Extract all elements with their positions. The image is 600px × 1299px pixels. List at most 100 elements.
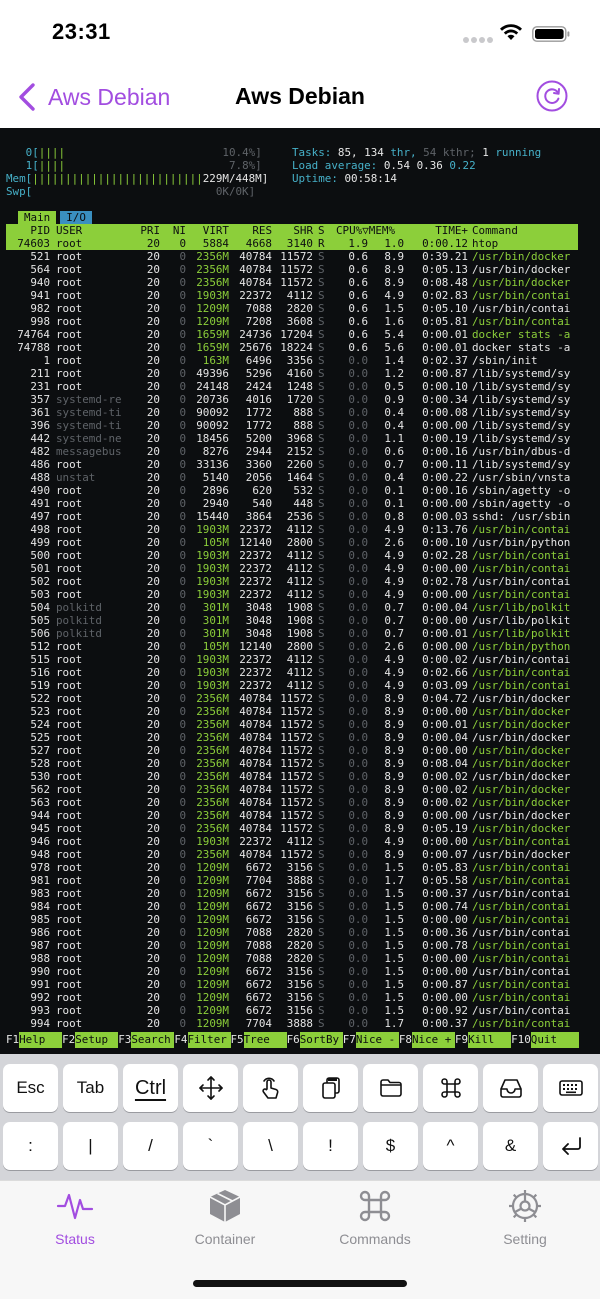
process-row[interactable]: 983 root 20 0 1209M 6672 3156 S 0.0 1.5 0:00.37/us…	[6, 887, 578, 900]
terminal-view[interactable]: 0[|||| 10.4%] 1[|||| 7.8%] Mem[|||||||||…	[0, 128, 600, 1054]
refresh-icon[interactable]	[536, 80, 568, 112]
ampersand-key[interactable]: &	[483, 1122, 538, 1170]
function-key-f10[interactable]: F10	[511, 1032, 531, 1048]
process-row[interactable]: 501 root 20 0 1903M 22372 4112 S 0.0 4.9 0:00.00/u…	[6, 562, 578, 575]
process-row[interactable]: 231 root 20 0 24148 2424 1248 S 0.0 0.5 0:00.10/li…	[6, 380, 578, 393]
function-key-label[interactable]: SortBy	[299, 1032, 343, 1048]
process-row[interactable]: 563 root 20 0 2356M 40784 11572 S 0.0 8.9 0:00.02 /…	[6, 796, 578, 809]
function-key-label[interactable]: Tree	[243, 1032, 287, 1048]
colon-key[interactable]: :	[3, 1122, 58, 1170]
process-row[interactable]: 527 root 20 0 2356M 40784 11572 S 0.0 8.9 0:00.00 /…	[6, 744, 578, 757]
slash-key[interactable]: /	[123, 1122, 178, 1170]
process-row[interactable]: 522 root 20 0 2356M 40784 11572 S 0.0 8.9 0:04.72 /…	[6, 692, 578, 705]
process-row[interactable]: 442 systemd-ne 20 0 18456 5200 3968 S 0.0 1.1 0:00…	[6, 432, 578, 445]
tab-container[interactable]: Container	[150, 1187, 300, 1257]
process-row[interactable]: 503 root 20 0 1903M 22372 4112 S 0.0 4.9 0:00.00/u…	[6, 588, 578, 601]
tab-key[interactable]: Tab	[63, 1064, 118, 1112]
process-row[interactable]: 491 root 20 0 2940 540 448 S 0.0 0.1 0:00.00/sbin/…	[6, 497, 578, 510]
process-row[interactable]: 396 systemd-ti 20 0 90092 1772 888 S 0.0 0.4 0:00.…	[6, 419, 578, 432]
caret-key[interactable]: ^	[423, 1122, 478, 1170]
process-row[interactable]: 941 root 20 0 1903M 22372 4112 S 0.6 4.9 0:02.83/u…	[6, 289, 578, 302]
backtick-key[interactable]: `	[183, 1122, 238, 1170]
process-row[interactable]: 357 systemd-re 20 0 20736 4016 1720 S 0.0 0.9 0:00…	[6, 393, 578, 406]
process-row[interactable]: 987 root 20 0 1209M 7088 2820 S 0.0 1.5 0:00.78/us…	[6, 939, 578, 952]
process-row[interactable]: 504 polkitd 20 0 301M 3048 1908 S 0.0 0.7 0:00.04 /…	[6, 601, 578, 614]
process-row[interactable]: 986 root 20 0 1209M 7088 2820 S 0.0 1.5 0:00.36/us…	[6, 926, 578, 939]
process-row[interactable]: 525 root 20 0 2356M 40784 11572 S 0.0 8.9 0:00.04 /…	[6, 731, 578, 744]
folder-key[interactable]	[363, 1064, 418, 1112]
process-row[interactable]: 488 unstat 20 0 5140 2056 1464 S 0.0 0.4 0:00.22/u…	[6, 471, 578, 484]
command-key[interactable]	[423, 1064, 478, 1112]
esc-key[interactable]: Esc	[3, 1064, 58, 1112]
inbox-key[interactable]	[483, 1064, 538, 1112]
selected-process-row[interactable]: 74603 root 20 0 5884 4668 3140 R 1.9 1.0…	[6, 237, 578, 250]
process-row[interactable]: 502 root 20 0 1903M 22372 4112 S 0.0 4.9 0:02.78/u…	[6, 575, 578, 588]
process-row[interactable]: 486 root 20 0 33136 3360 2260 S 0.0 0.7 0:00.11/li…	[6, 458, 578, 471]
process-row[interactable]: 361 systemd-ti 20 0 90092 1772 888 S 0.0 0.4 0:00.…	[6, 406, 578, 419]
process-row[interactable]: 497 root 20 0 15440 3864 2536 S 0.0 0.8 0:00.03 ssh…	[6, 510, 578, 523]
process-row[interactable]: 562 root 20 0 2356M 40784 11572 S 0.0 8.9 0:00.02 /…	[6, 783, 578, 796]
process-row[interactable]: 988 root 20 0 1209M 7088 2820 S 0.0 1.5 0:00.00/us…	[6, 952, 578, 965]
touch-key[interactable]	[243, 1064, 298, 1112]
process-row[interactable]: 946 root 20 0 1903M 22372 4112 S 0.0 4.9 0:00.00/u…	[6, 835, 578, 848]
function-key-label[interactable]: Setup	[75, 1032, 119, 1048]
process-row[interactable]: 945 root 20 0 2356M 40784 11572 S 0.0 8.9 0:05.19 /…	[6, 822, 578, 835]
function-key-f7[interactable]: F7	[343, 1032, 356, 1048]
keyboard-hide-key[interactable]	[543, 1064, 598, 1112]
process-row[interactable]: 500 root 20 0 1903M 22372 4112 S 0.0 4.9 0:02.28/u…	[6, 549, 578, 562]
process-row[interactable]: 211 root 20 0 49396 5296 4160 S 0.0 1.2 0:00.87/li…	[6, 367, 578, 380]
process-row[interactable]: 948 root 20 0 2356M 40784 11572 S 0.0 8.9 0:00.07 /…	[6, 848, 578, 861]
function-key-f9[interactable]: F9	[455, 1032, 468, 1048]
backslash-key[interactable]: \	[243, 1122, 298, 1170]
dollar-key[interactable]: $	[363, 1122, 418, 1170]
process-row[interactable]: 940 root 20 0 2356M 40784 11572 S 0.6 8.9 0:08.48 /…	[6, 276, 578, 289]
clipboard-key[interactable]	[303, 1064, 358, 1112]
process-row[interactable]: 490 root 20 0 2896 620 532 S 0.0 0.1 0:00.16/sbin/…	[6, 484, 578, 497]
process-row[interactable]: 516 root 20 0 1903M 22372 4112 S 0.0 4.9 0:02.66/u…	[6, 666, 578, 679]
function-key-f1[interactable]: F1	[0, 1032, 19, 1048]
process-row[interactable]: 524 root 20 0 2356M 40784 11572 S 0.0 8.9 0:00.01 /…	[6, 718, 578, 731]
process-row[interactable]: 978 root 20 0 1209M 6672 3156 S 0.0 1.5 0:05.83/us…	[6, 861, 578, 874]
process-row[interactable]: 998 root 20 0 1209M 7208 3608 S 0.6 1.6 0:05.81/us…	[6, 315, 578, 328]
tab-setting[interactable]: Setting	[450, 1187, 600, 1257]
process-row[interactable]: 993 root 20 0 1209M 6672 3156 S 0.0 1.5 0:00.92/us…	[6, 1004, 578, 1017]
process-row[interactable]: 984 root 20 0 1209M 6672 3156 S 0.0 1.5 0:00.74/us…	[6, 900, 578, 913]
exclamation-key[interactable]: !	[303, 1122, 358, 1170]
function-key-label[interactable]: Nice +	[412, 1032, 455, 1048]
tab-io[interactable]: I/O	[60, 211, 92, 224]
process-row[interactable]: 519 root 20 0 1903M 22372 4112 S 0.0 4.9 0:03.09/u…	[6, 679, 578, 692]
process-row[interactable]: 499 root 20 0 105M 12140 2800 S 0.0 2.6 0:00.10/us…	[6, 536, 578, 549]
tab-commands[interactable]: Commands	[300, 1187, 450, 1257]
tab-main[interactable]: Main	[18, 211, 57, 224]
process-row[interactable]: 981 root 20 0 1209M 7704 3888 S 0.0 1.7 0:05.58/us…	[6, 874, 578, 887]
process-row[interactable]: 991 root 20 0 1209M 6672 3156 S 0.0 1.5 0:00.87/us…	[6, 978, 578, 991]
return-key[interactable]	[543, 1122, 598, 1170]
move-key[interactable]	[183, 1064, 238, 1112]
function-key-label[interactable]: Search	[131, 1032, 175, 1048]
function-key-label[interactable]: Quit	[530, 1032, 579, 1048]
function-key-label[interactable]: Help	[19, 1032, 63, 1048]
function-key-f3[interactable]: F3	[118, 1032, 131, 1048]
process-row[interactable]: 985 root 20 0 1209M 6672 3156 S 0.0 1.5 0:00.00/us…	[6, 913, 578, 926]
function-key-f8[interactable]: F8	[399, 1032, 412, 1048]
function-key-label[interactable]: Nice -	[355, 1032, 399, 1048]
process-row[interactable]: 528 root 20 0 2356M 40784 11572 S 0.0 8.9 0:08.04 /…	[6, 757, 578, 770]
function-key-f6[interactable]: F6	[287, 1032, 300, 1048]
process-row[interactable]: 994 root 20 0 1209M 7704 3888 S 0.0 1.7 0:00.37/us…	[6, 1017, 578, 1030]
function-key-label[interactable]: Kill	[468, 1032, 512, 1048]
tab-status[interactable]: Status	[0, 1187, 150, 1257]
process-row[interactable]: 505 polkitd 20 0 301M 3048 1908 S 0.0 0.7 0:00.00 /…	[6, 614, 578, 627]
ctrl-key[interactable]: Ctrl	[123, 1064, 178, 1112]
process-row[interactable]: 74788 root 20 0 1659M 25676 18224 S 0.6 5.6 0:00.0…	[6, 341, 578, 354]
process-row[interactable]: 74764 root 20 0 1659M 24736 17204 S 0.6 5.4 0:00.0…	[6, 328, 578, 341]
process-row[interactable]: 523 root 20 0 2356M 40784 11572 S 0.0 8.9 0:00.00 /…	[6, 705, 578, 718]
process-row[interactable]: 506 polkitd 20 0 301M 3048 1908 S 0.0 0.7 0:00.01 /…	[6, 627, 578, 640]
pipe-key[interactable]: |	[63, 1122, 118, 1170]
function-key-f4[interactable]: F4	[174, 1032, 187, 1048]
process-row[interactable]: 990 root 20 0 1209M 6672 3156 S 0.0 1.5 0:00.00/us…	[6, 965, 578, 978]
function-key-f2[interactable]: F2	[62, 1032, 75, 1048]
process-row[interactable]: 944 root 20 0 2356M 40784 11572 S 0.0 8.9 0:00.00 /…	[6, 809, 578, 822]
home-indicator[interactable]	[193, 1280, 407, 1287]
function-key-label[interactable]: Filter	[187, 1032, 231, 1048]
process-row[interactable]: 482 messagebus 20 0 8276 2944 2152 S 0.0 0.6 0:00.…	[6, 445, 578, 458]
